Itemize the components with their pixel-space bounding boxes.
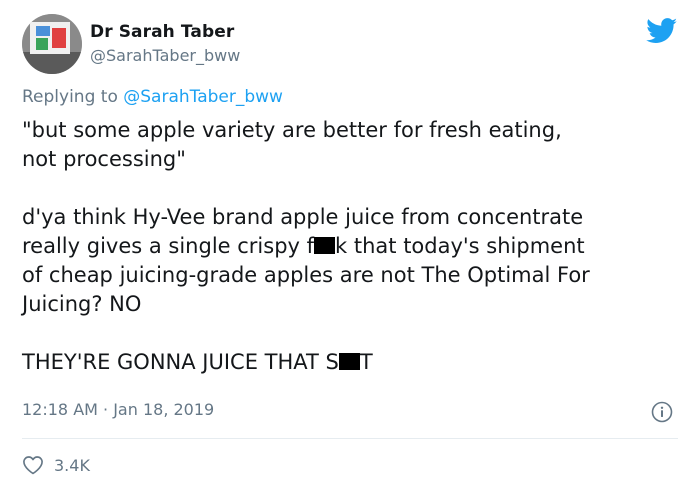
reply-to-link[interactable]: @SarahTaber_bww [123,87,283,107]
tweet-card: Dr Sarah Taber @SarahTaber_bww Replying … [0,0,700,494]
avatar[interactable] [22,14,82,74]
twitter-bird-icon[interactable] [646,18,678,44]
heart-icon [23,456,43,475]
divider [22,438,678,439]
author-name[interactable]: Dr Sarah Taber [90,22,234,42]
like-count: 3.4K [54,455,90,475]
tweet-paragraph-3-start: THEY'RE GONNA JUICE THAT S [22,350,339,374]
censor-block [314,237,336,254]
like-button[interactable]: 3.4K [22,455,90,475]
info-icon[interactable] [651,401,673,423]
tweet-paragraph-1: "but some apple variety are better for f… [22,118,562,171]
tweet-paragraph-3-end: T [359,350,373,374]
censor-block [338,353,360,370]
tweet-text: "but some apple variety are better for f… [22,116,682,377]
tweet-timestamp[interactable]: 12:18 AM · Jan 18, 2019 [22,400,214,419]
reply-prefix: Replying to [22,87,118,107]
reply-context: Replying to @SarahTaber_bww [22,87,283,107]
author-handle[interactable]: @SarahTaber_bww [90,46,240,65]
